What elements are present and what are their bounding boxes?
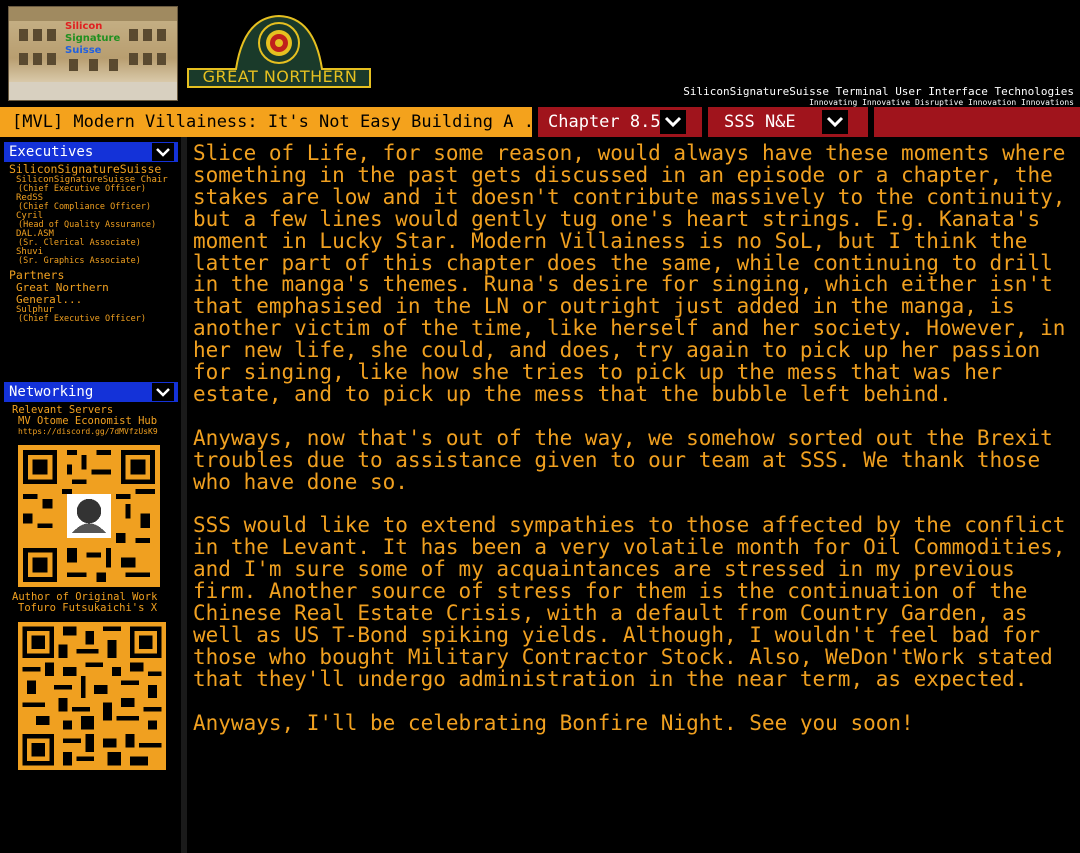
author-block: Author of Original Work Tofuro Futsukaic… — [12, 592, 178, 614]
building-window — [19, 53, 28, 65]
brand-line: Suisse — [65, 45, 102, 56]
building-window — [33, 29, 42, 41]
series-title-tab[interactable]: [MVL] Modern Villainess: It's Not Easy B… — [0, 107, 532, 137]
article-paragraph: Anyways, I'll be celebrating Bonfire Nig… — [193, 710, 914, 735]
executives-panel-header[interactable]: Executives — [4, 142, 178, 162]
building-window — [109, 59, 118, 71]
sidebar-divider — [181, 137, 187, 853]
chevron-down-icon[interactable] — [152, 383, 174, 401]
nav-filler — [874, 107, 1080, 137]
author-name[interactable]: Tofuro Futsukaichi's X — [12, 603, 178, 614]
chevron-down-icon[interactable] — [660, 110, 686, 134]
brand-line: Silicon — [65, 21, 103, 32]
brand-wordmark: Silicon Signature Suisse — [65, 21, 120, 57]
building-roof — [9, 7, 177, 21]
building-ground — [9, 82, 177, 100]
article-paragraph: Slice of Life, for some reason, would al… — [193, 141, 1066, 406]
article-content: Slice of Life, for some reason, would al… — [193, 141, 1073, 756]
navigation-bar: [MVL] Modern Villainess: It's Not Easy B… — [0, 107, 1080, 137]
author-x-qr-code[interactable] — [18, 622, 166, 770]
building-window — [129, 53, 138, 65]
server-url[interactable]: https://discord.gg/7dMVfzUsK9 — [12, 427, 178, 437]
building-window — [143, 29, 152, 41]
building-window — [33, 53, 42, 65]
article-paragraph: Anyways, now that's out of the way, we s… — [193, 425, 1053, 494]
building-window — [143, 53, 152, 65]
brand-line: Signature — [65, 33, 121, 44]
section-dropdown[interactable]: SSS N&E — [708, 107, 868, 137]
section-dropdown-label: SSS N&E — [724, 112, 796, 132]
building-window — [157, 29, 166, 41]
header: Silicon Signature Suisse GREAT NORTHERN … — [0, 0, 1080, 107]
article-paragraph: SSS would like to extend sympathies to t… — [193, 513, 1066, 691]
networking-panel-title: Networking — [9, 384, 94, 400]
networking-list: Relevant Servers MV Otome Economist Hub … — [12, 405, 178, 437]
networking-panel-header[interactable]: Networking — [4, 382, 178, 402]
great-northern-logo-text: GREAT NORTHERN — [202, 67, 358, 86]
chapter-dropdown[interactable]: Chapter 8.5 — [538, 107, 702, 137]
chevron-down-icon[interactable] — [152, 143, 174, 161]
executives-panel-title: Executives — [9, 144, 94, 160]
company-building-logo[interactable]: Silicon Signature Suisse — [8, 6, 178, 101]
building-window — [19, 29, 28, 41]
building-window — [129, 29, 138, 41]
chevron-down-icon[interactable] — [822, 110, 848, 134]
tagline: SiliconSignatureSuisse Terminal User Int… — [683, 85, 1074, 98]
building-window — [47, 29, 56, 41]
server-name[interactable]: MV Otome Economist Hub — [12, 416, 178, 427]
discord-qr-code[interactable] — [18, 445, 160, 587]
chapter-dropdown-label: Chapter 8.5 — [548, 112, 661, 132]
partner-org-name: Great Northern General... — [16, 281, 109, 306]
executives-list: SiliconSignatureSuisse SiliconSignatureS… — [9, 163, 181, 324]
building-window — [157, 53, 166, 65]
subtagline: Innovating Innovative Disruptive Innovat… — [809, 98, 1074, 107]
exec-role: (Chief Executive Officer) — [18, 314, 146, 324]
building-window — [47, 53, 56, 65]
tagline-block: SiliconSignatureSuisse Terminal User Int… — [683, 85, 1074, 108]
exec-role: (Sr. Graphics Associate) — [18, 256, 141, 266]
building-window — [69, 59, 78, 71]
building-window — [89, 59, 98, 71]
